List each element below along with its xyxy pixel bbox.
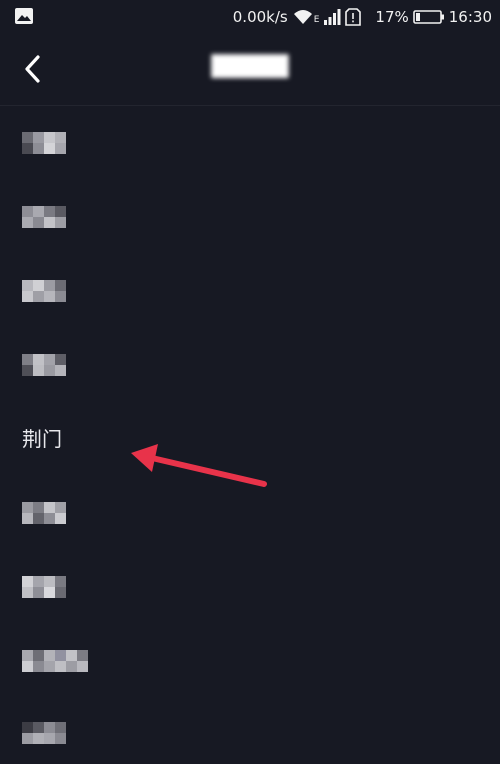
pixelated-label bbox=[22, 354, 66, 380]
sim-alert-icon bbox=[345, 8, 362, 26]
pixelated-label bbox=[22, 206, 66, 232]
list-item[interactable] bbox=[0, 336, 500, 396]
status-indicators: 0.00k/s E 17% 16:30 bbox=[233, 0, 492, 34]
pixelated-label bbox=[22, 576, 66, 602]
network-speed: 0.00k/s bbox=[232, 8, 288, 26]
list-item[interactable] bbox=[0, 114, 500, 174]
pixelated-label bbox=[22, 132, 66, 158]
list-item[interactable] bbox=[0, 484, 500, 544]
battery-percent: 17% bbox=[375, 8, 409, 26]
image-notification-icon bbox=[14, 7, 34, 29]
list-item[interactable] bbox=[0, 558, 500, 618]
network-type-label: E bbox=[313, 15, 320, 25]
city-label: 荆门 bbox=[22, 427, 62, 451]
wifi-icon bbox=[292, 8, 314, 26]
list-item[interactable] bbox=[0, 262, 500, 322]
pixelated-label bbox=[22, 722, 66, 748]
header: █████ bbox=[0, 34, 500, 106]
pixelated-label bbox=[22, 502, 66, 528]
pixelated-label bbox=[22, 650, 88, 676]
clock: 16:30 bbox=[448, 8, 492, 26]
list-item[interactable] bbox=[0, 704, 500, 764]
list-item[interactable] bbox=[0, 188, 500, 248]
status-bar: 0.00k/s E 17% 16:30 bbox=[0, 0, 500, 34]
pixelated-label bbox=[22, 280, 66, 306]
page-title: █████ bbox=[211, 54, 289, 78]
signal-icon bbox=[323, 8, 341, 26]
list-item-highlighted[interactable]: 荆门 bbox=[0, 410, 500, 470]
battery-icon bbox=[412, 9, 445, 25]
list-item[interactable] bbox=[0, 632, 500, 692]
